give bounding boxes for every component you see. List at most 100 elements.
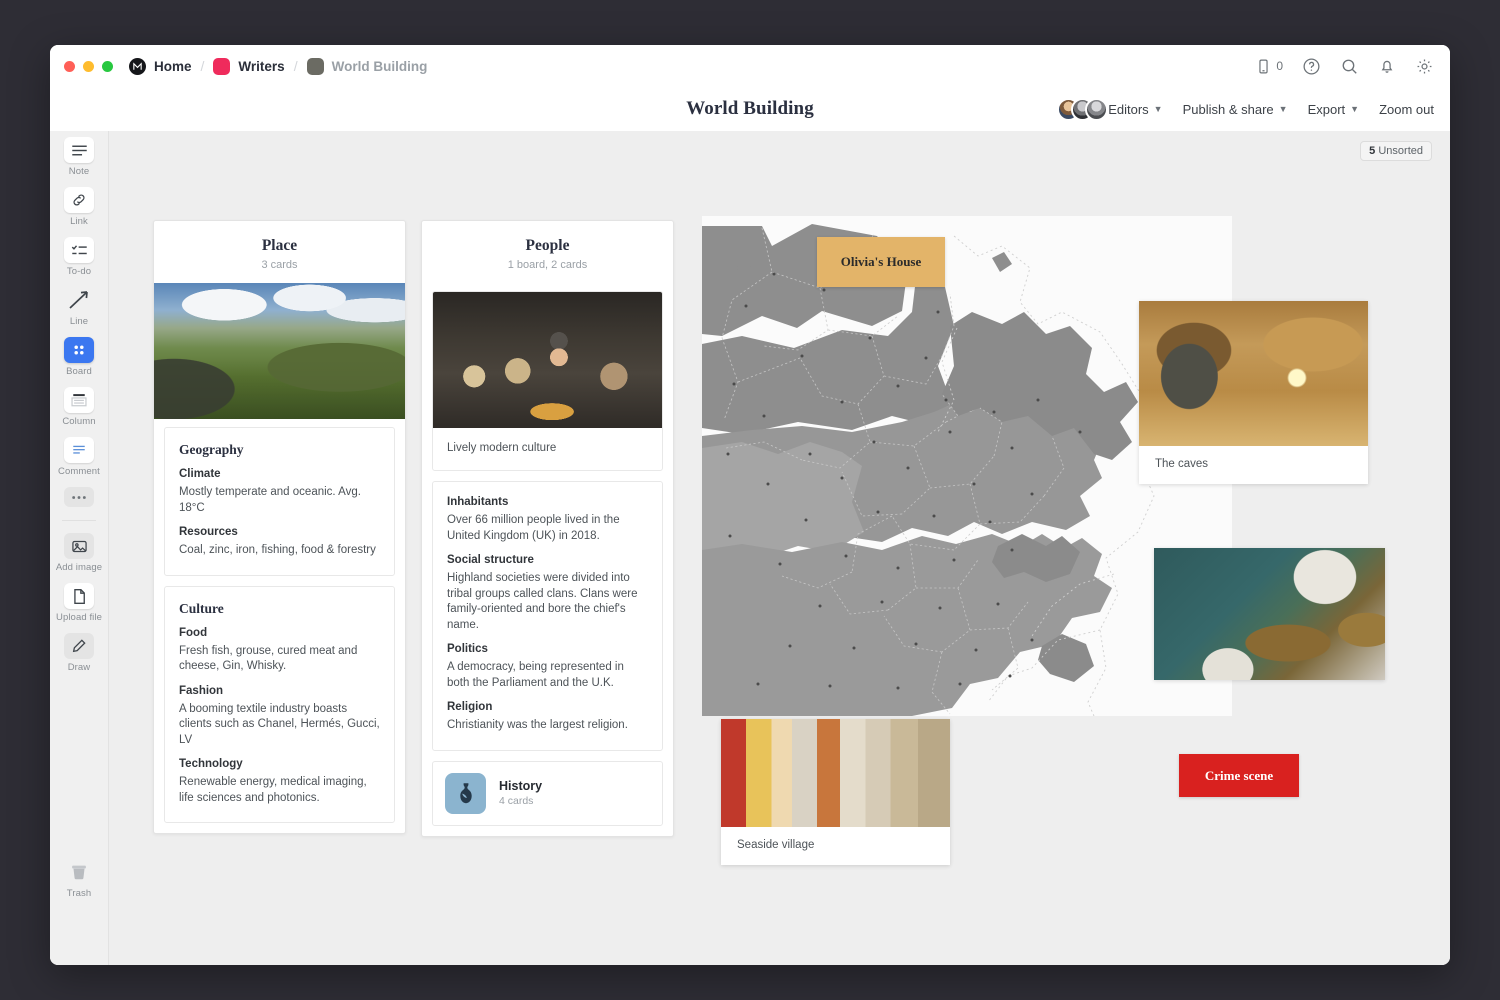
tool-sidebar: Note Link To-do (50, 131, 109, 965)
tool-column[interactable]: Column (50, 387, 108, 427)
window-controls[interactable] (64, 61, 113, 72)
close-window-button[interactable] (64, 61, 75, 72)
field-value: A booming textile industry boasts client… (179, 702, 380, 749)
board-people-header: People 1 board, 2 cards (422, 221, 673, 283)
tool-upload-file[interactable]: Upload file (50, 583, 108, 623)
breadcrumb-label-world-building: World Building (332, 59, 428, 74)
editors-label: Editors (1108, 102, 1148, 117)
editors-button[interactable]: Editors ▼ (1057, 98, 1162, 121)
tool-comment[interactable]: Comment (50, 437, 108, 477)
board-ref-name: History (499, 779, 542, 793)
field-value: A democracy, being represented in both t… (447, 660, 648, 691)
tool-add-image[interactable]: Add image (50, 533, 108, 573)
tool-label: Line (70, 316, 88, 327)
board-ref-history[interactable]: History 4 cards (432, 761, 663, 826)
zoom-out-button[interactable]: Zoom out (1379, 102, 1434, 117)
unsorted-badge[interactable]: 5 Unsorted (1360, 141, 1432, 161)
tool-todo[interactable]: To-do (50, 237, 108, 277)
upload-file-icon (64, 583, 94, 609)
tool-label: Draw (68, 662, 91, 673)
link-icon (64, 187, 94, 213)
breadcrumb-separator: / (294, 58, 298, 74)
field-value: Renewable energy, medical imaging, life … (179, 775, 380, 806)
tool-label: Trash (67, 888, 91, 899)
field-key: Resources (179, 526, 380, 538)
tool-draw[interactable]: Draw (50, 633, 108, 673)
header-actions: Editors ▼ Publish & share ▼ Export ▼ Zoo… (1057, 87, 1434, 131)
sticky-olivia-house[interactable]: Olivia's House (817, 237, 945, 287)
board-icon (64, 337, 94, 363)
tool-label: Comment (58, 466, 100, 477)
publish-share-button[interactable]: Publish & share ▼ (1183, 102, 1288, 117)
card-culture[interactable]: Culture Food Fresh fish, grouse, cured m… (164, 586, 395, 824)
sticky-crime-scene[interactable]: Crime scene (1179, 754, 1299, 797)
search-icon[interactable] (1340, 57, 1359, 76)
tool-label: Add image (56, 562, 102, 573)
board-subtitle: 3 cards (154, 259, 405, 271)
breadcrumb-label-home: Home (154, 59, 192, 74)
titlebar-actions: 0 (1255, 45, 1434, 87)
column-icon (64, 387, 94, 413)
tool-more[interactable] (50, 487, 108, 510)
tool-note[interactable]: Note (50, 137, 108, 177)
board-canvas[interactable]: 5 Unsorted Place 3 cards Geography Clima… (109, 131, 1450, 965)
card-people-photo[interactable]: Lively modern culture (432, 291, 663, 471)
avatar-group (1057, 98, 1099, 121)
card-title: Geography (179, 442, 380, 458)
export-button[interactable]: Export ▼ (1308, 102, 1360, 117)
unsorted-label: Unsorted (1378, 145, 1423, 157)
seaside-village-photo (721, 719, 950, 827)
folder-badge-icon (213, 58, 230, 75)
breadcrumb: Home / Writers / World Building (129, 58, 427, 75)
minimize-window-button[interactable] (83, 61, 94, 72)
milanote-logo-icon (129, 58, 146, 75)
breadcrumb-item-world-building[interactable]: World Building (307, 58, 428, 75)
tool-label: Column (62, 416, 95, 427)
people-photo (433, 292, 662, 428)
tool-board[interactable]: Board (50, 337, 108, 377)
toolbar-divider (62, 520, 96, 521)
breadcrumb-label-writers: Writers (238, 59, 284, 74)
card-geography[interactable]: Geography Climate Mostly temperate and o… (164, 427, 395, 576)
zoom-window-button[interactable] (102, 61, 113, 72)
breadcrumb-item-home[interactable]: Home (129, 58, 192, 75)
board-place-header: Place 3 cards (154, 221, 405, 283)
settings-gear-icon[interactable] (1415, 57, 1434, 76)
app-body: Note Link To-do (50, 131, 1450, 965)
tool-trash[interactable]: Trash (50, 859, 108, 899)
tool-link[interactable]: Link (50, 187, 108, 227)
mobile-count: 0 (1276, 59, 1283, 73)
tool-line[interactable]: Line (50, 287, 108, 327)
document-header: World Building Editors ▼ Publish & share… (50, 87, 1450, 131)
help-icon[interactable] (1302, 57, 1321, 76)
field-value: Fresh fish, grouse, cured meat and chees… (179, 644, 380, 675)
folder-badge-icon (307, 58, 324, 75)
field-value: Highland societies were divided into tri… (447, 571, 648, 633)
note-icon (64, 137, 94, 163)
line-arrow-icon (64, 287, 94, 313)
notifications-bell-icon[interactable] (1378, 57, 1396, 75)
people-photo-caption: Lively modern culture (433, 428, 662, 470)
title-bar: Home / Writers / World Building (50, 45, 1450, 87)
field-key: Religion (447, 701, 648, 713)
board-place-cover-photo (154, 283, 405, 419)
field-key: Social structure (447, 554, 648, 566)
board-people[interactable]: People 1 board, 2 cards Lively modern cu… (421, 220, 674, 837)
card-people-details[interactable]: Inhabitants Over 66 million people lived… (432, 481, 663, 751)
photo-caption: Seaside village (721, 827, 950, 865)
breadcrumb-item-writers[interactable]: Writers (213, 58, 284, 75)
field-key: Inhabitants (447, 496, 648, 508)
tool-label: Link (70, 216, 88, 227)
field-key: Fashion (179, 685, 380, 697)
chevron-down-icon: ▼ (1154, 104, 1163, 114)
comment-icon (64, 437, 94, 463)
field-value: Christianity was the largest religion. (447, 718, 648, 734)
board-place[interactable]: Place 3 cards Geography Climate Mostly t… (153, 220, 406, 834)
cliffs-photo[interactable] (1154, 548, 1385, 680)
tool-label: To-do (67, 266, 91, 277)
seaside-photo-note[interactable]: Seaside village (721, 719, 950, 865)
trash-icon (64, 859, 94, 885)
board-ref-subtitle: 4 cards (499, 795, 542, 807)
caves-photo-note[interactable]: The caves (1139, 301, 1368, 484)
mobile-icon[interactable]: 0 (1255, 58, 1283, 75)
